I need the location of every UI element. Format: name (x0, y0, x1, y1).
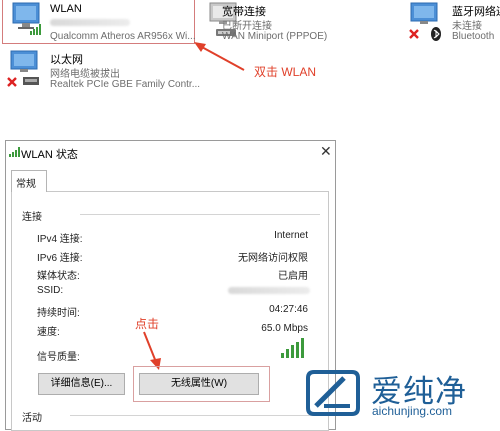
network-connections-list: WLAN Qualcomm Atheros AR956x Wi... 宽带连接 … (0, 0, 500, 100)
connection-ethernet[interactable]: 以太网 网络电缆被拔出 Realtek PCIe GBE Family Cont… (0, 48, 200, 94)
blurred-network-name (50, 19, 130, 26)
media-state-label: 媒体状态: (37, 271, 80, 282)
connection-name: WLAN (50, 3, 82, 15)
connection-status: 已断开连接 (222, 21, 272, 32)
ipv6-label: IPv6 连接: (37, 253, 83, 264)
bluetooth-adapter-icon (409, 2, 441, 41)
watermark-logo-icon (306, 370, 360, 416)
speed-label: 速度: (37, 327, 60, 338)
watermark-url: aichunjing.com (372, 404, 453, 418)
connection-device: Realtek PCIe GBE Family Contr... (50, 79, 201, 90)
ipv4-label: IPv4 连接: (37, 234, 83, 245)
wifi-adapter-icon (12, 2, 41, 35)
group-divider (70, 415, 320, 416)
connection-status: 未连接 (452, 21, 482, 32)
ssid-label: SSID: (37, 285, 64, 296)
dialog-title: WLAN 状态 (21, 149, 78, 161)
connection-device: Qualcomm Atheros AR956x Wi... (50, 31, 196, 42)
annotation-double-click: 双击 WLAN (254, 65, 317, 79)
annotation-arrow-double-click (194, 42, 245, 71)
ethernet-adapter-icon (7, 50, 39, 87)
duration-label: 持续时间: (37, 308, 80, 319)
blurred-ssid (228, 287, 310, 294)
duration-value: 04:27:46 (269, 304, 308, 315)
wireless-properties-button[interactable]: 无线属性(W) (139, 373, 259, 395)
group-label-connection: 连接 (22, 212, 42, 223)
connection-bluetooth[interactable]: 蓝牙网络连 未连接 Bluetooth (408, 0, 500, 46)
close-icon[interactable]: ✕ (320, 143, 332, 160)
signal-strength-icon (281, 338, 304, 358)
ipv4-value: Internet (274, 230, 308, 241)
connection-status: 网络电缆被拔出 (50, 69, 120, 80)
media-state-value: 已启用 (278, 271, 308, 282)
signal-quality-label: 信号质量: (37, 352, 80, 363)
ipv6-value: 无网络访问权限 (238, 253, 308, 264)
group-divider (80, 214, 320, 215)
connection-wlan[interactable]: WLAN Qualcomm Atheros AR956x Wi... (0, 0, 200, 46)
connection-device: Bluetooth (452, 31, 495, 42)
speed-value: 65.0 Mbps (261, 323, 308, 334)
wifi-signal-icon (9, 147, 20, 157)
details-button[interactable]: 详细信息(E)... (38, 373, 125, 395)
tab-general[interactable]: 常规 (11, 170, 47, 192)
